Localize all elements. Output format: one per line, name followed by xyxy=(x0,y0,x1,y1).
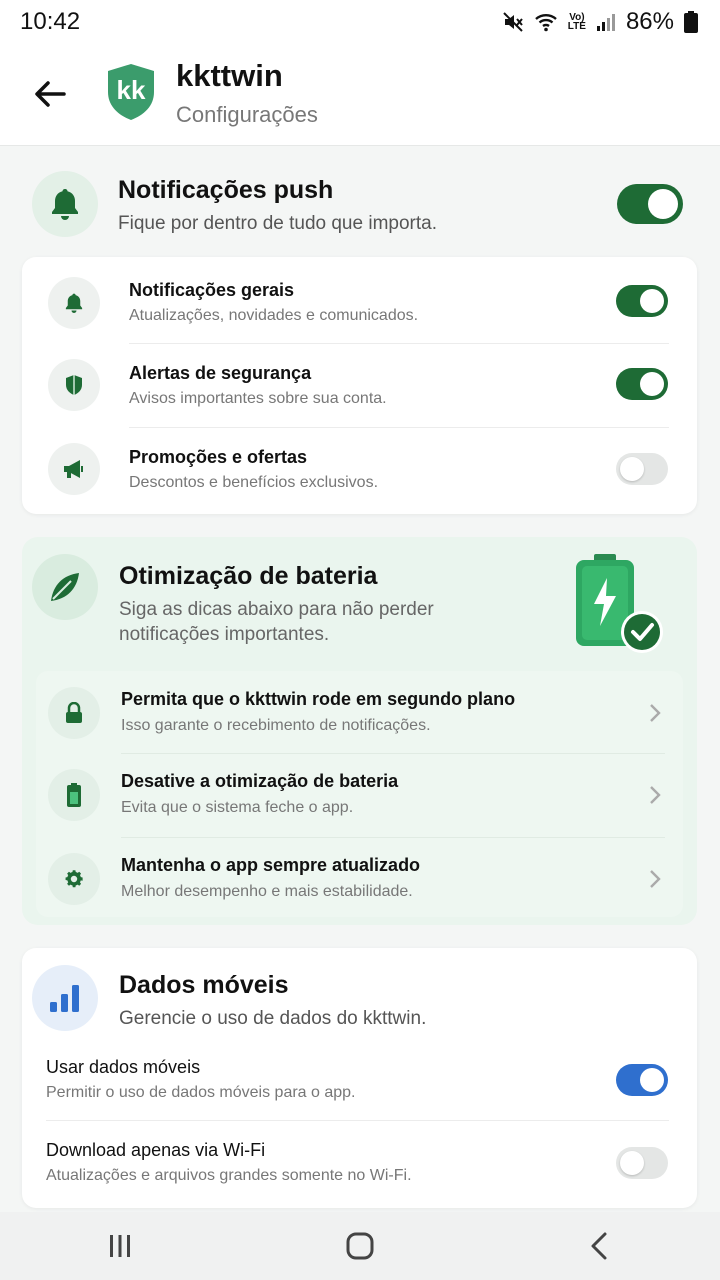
gear-icon xyxy=(65,870,83,888)
logo-text: kk xyxy=(116,75,146,105)
back-arrow-icon[interactable] xyxy=(30,74,70,114)
status-bar: 10:42 Vo) LTE 86% xyxy=(0,0,720,44)
recents-icon[interactable] xyxy=(105,1233,135,1259)
push-row-security[interactable]: Alertas de segurança Avisos importantes … xyxy=(22,343,697,427)
volte-bottom: LTE xyxy=(567,21,586,32)
battery-icon xyxy=(67,783,81,807)
toggle-knob xyxy=(620,457,644,481)
row-title: Download apenas via Wi-Fi xyxy=(46,1140,266,1160)
row-subtitle: Evita que o sistema feche o app. xyxy=(121,799,354,816)
row-title: Permita que o kkttwin rode em segundo pl… xyxy=(121,689,516,709)
status-time: 10:42 xyxy=(20,8,81,35)
toggle-knob xyxy=(648,189,678,219)
app-logo: kk xyxy=(104,62,158,122)
promotions-icon-badge xyxy=(48,443,100,495)
lock-icon-badge xyxy=(48,687,100,739)
toggle-knob xyxy=(640,1068,664,1092)
general-notifications-toggle[interactable] xyxy=(616,285,668,317)
battery-tips-list: Permita que o kkttwin rode em segundo pl… xyxy=(36,671,683,917)
toggle-knob xyxy=(640,372,664,396)
push-master-toggle[interactable] xyxy=(617,184,683,224)
app-title: kkttwin xyxy=(176,58,283,93)
signal-icon xyxy=(596,14,615,31)
battery-optimization-card: Otimização de bateria Siga as dicas abai… xyxy=(22,537,697,925)
row-title: Notificações gerais xyxy=(129,280,295,300)
battery-title: Otimização de bateria xyxy=(119,562,378,590)
battery-icon-badge xyxy=(48,769,100,821)
push-row-general[interactable]: Notificações gerais Atualizações, novida… xyxy=(22,257,697,343)
back-nav-icon[interactable] xyxy=(585,1231,615,1261)
security-icon-badge xyxy=(48,359,100,411)
mobile-data-title: Dados móveis xyxy=(119,971,289,999)
data-badge xyxy=(32,965,98,1031)
mute-icon xyxy=(503,12,523,32)
bell-icon xyxy=(65,293,83,313)
push-bell-badge xyxy=(32,171,98,237)
toggle-knob xyxy=(640,289,664,313)
bell-icon xyxy=(52,189,78,220)
signal-bars-icon xyxy=(50,985,79,1012)
general-icon-badge xyxy=(48,277,100,329)
push-subtitle: Fique por dentro de tudo que importa. xyxy=(118,213,437,234)
row-title: Mantenha o app sempre atualizado xyxy=(121,855,421,875)
tip-keep-updated[interactable]: Mantenha o app sempre atualizado Melhor … xyxy=(36,837,683,917)
tip-disable-battery-optimization[interactable]: Desative a otimização de bateria Evita q… xyxy=(36,753,683,837)
page-title: Configurações xyxy=(176,102,318,127)
row-subtitle: Melhor desempenho e mais estabilidade. xyxy=(121,883,413,900)
wifi-only-download-toggle[interactable] xyxy=(616,1147,668,1179)
push-row-promotions[interactable]: Promoções e ofertas Descontos e benefíci… xyxy=(22,427,697,513)
use-mobile-data-toggle[interactable] xyxy=(616,1064,668,1096)
leaf-icon xyxy=(51,573,79,601)
wifi-icon xyxy=(534,14,557,32)
row-subtitle: Atualizações, novidades e comunicados. xyxy=(129,307,419,324)
push-section-header: Notificações push Fique por dentro de tu… xyxy=(0,146,720,256)
security-alerts-toggle[interactable] xyxy=(616,368,668,400)
megaphone-icon xyxy=(64,460,83,478)
row-subtitle: Isso garante o recebimento de notificaçõ… xyxy=(121,717,431,734)
push-title: Notificações push xyxy=(118,176,334,204)
battery-percent: 86% xyxy=(625,8,674,35)
battery-subtitle-line2: notificações importantes. xyxy=(119,624,330,645)
tip-background-run[interactable]: Permita que o kkttwin rode em segundo pl… xyxy=(36,671,683,753)
row-title: Alertas de segurança xyxy=(129,363,312,383)
row-subtitle: Atualizações e arquivos grandes somente … xyxy=(46,1167,412,1184)
toggle-knob xyxy=(620,1151,644,1175)
chevron-right-icon xyxy=(650,786,661,804)
status-icons: Vo) LTE 86% xyxy=(502,8,698,36)
volte-indicator: Vo) LTE xyxy=(567,13,586,32)
battery-check-illustration xyxy=(576,554,663,653)
lock-icon xyxy=(66,702,82,723)
push-options-card: Notificações gerais Atualizações, novida… xyxy=(22,257,697,514)
gear-icon-badge xyxy=(48,853,100,905)
divider xyxy=(46,1120,669,1121)
row-subtitle: Descontos e benefícios exclusivos. xyxy=(129,474,379,491)
leaf-badge xyxy=(32,554,98,620)
row-subtitle: Avisos importantes sobre sua conta. xyxy=(129,390,387,407)
battery-subtitle-line1: Siga as dicas abaixo para não perder xyxy=(119,599,434,620)
use-mobile-data-row[interactable]: Usar dados móveis Permitir o uso de dado… xyxy=(22,1048,697,1128)
chevron-right-icon xyxy=(650,704,661,722)
row-title: Desative a otimização de bateria xyxy=(121,771,399,791)
row-title: Promoções e ofertas xyxy=(129,447,308,467)
mobile-data-card: Dados móveis Gerencie o uso de dados do … xyxy=(22,948,697,1208)
system-nav-bar xyxy=(0,1212,720,1280)
battery-status-icon xyxy=(684,11,698,33)
home-icon[interactable] xyxy=(345,1231,375,1261)
app-header: kk kkttwin Configurações xyxy=(0,44,720,146)
wifi-only-download-row[interactable]: Download apenas via Wi-Fi Atualizações e… xyxy=(22,1130,697,1208)
promotions-toggle[interactable] xyxy=(616,453,668,485)
shield-icon xyxy=(66,375,82,395)
row-title: Usar dados móveis xyxy=(46,1057,201,1077)
mobile-data-subtitle: Gerencie o uso de dados do kkttwin. xyxy=(119,1008,427,1029)
chevron-right-icon xyxy=(650,870,661,888)
row-subtitle: Permitir o uso de dados móveis para o ap… xyxy=(46,1084,356,1101)
